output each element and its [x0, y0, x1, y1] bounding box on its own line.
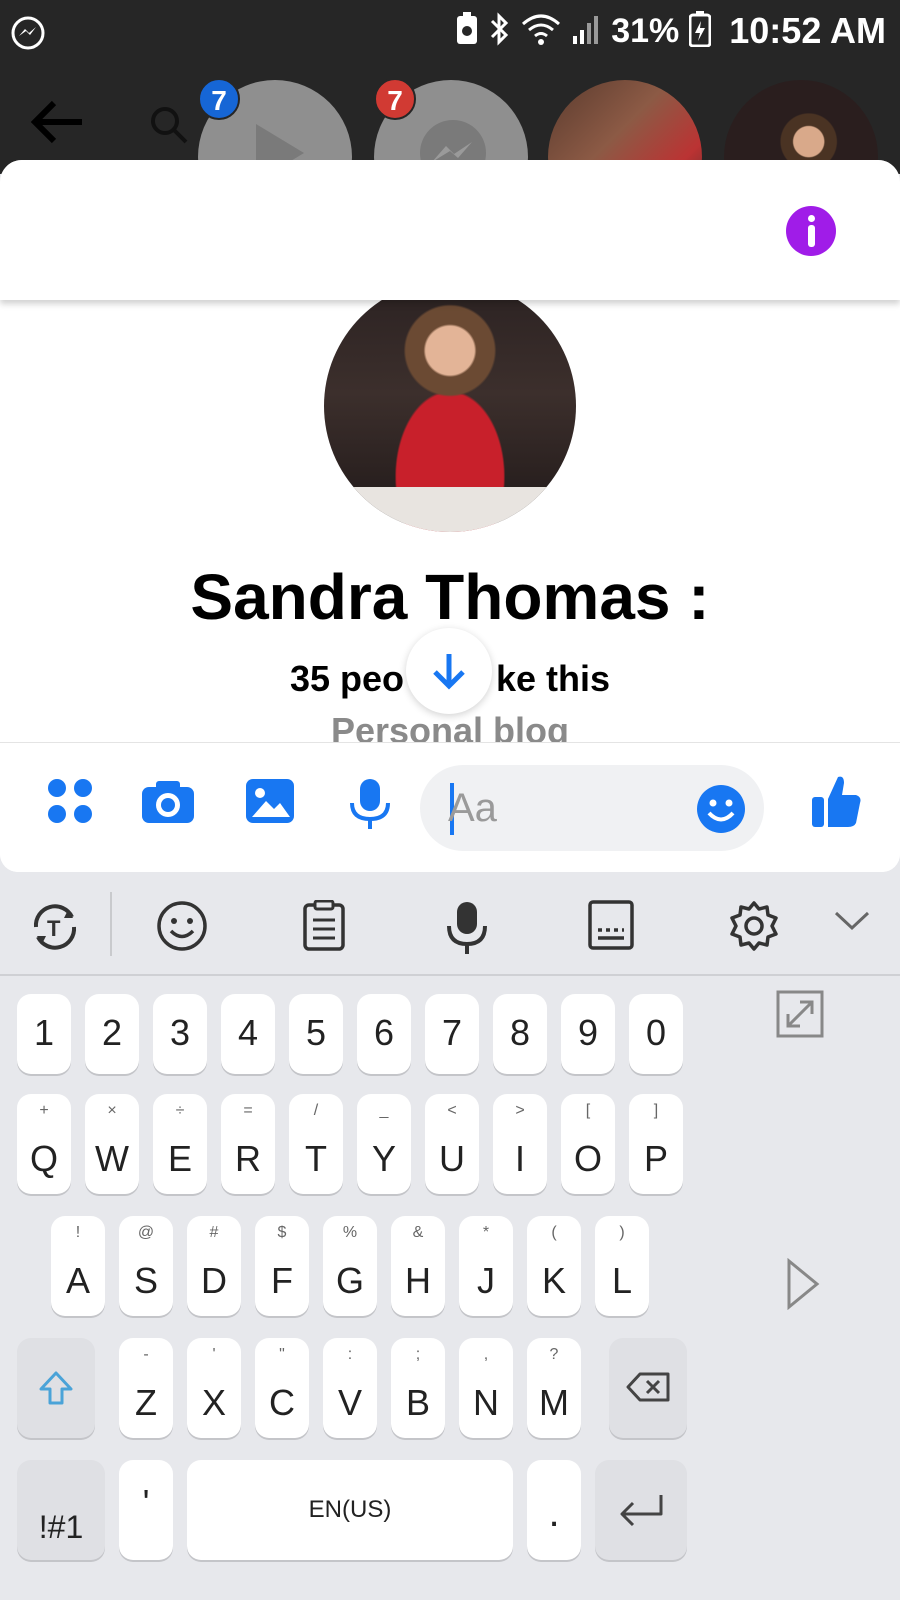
svg-text:T: T: [47, 916, 61, 941]
scroll-down-button[interactable]: [406, 628, 492, 714]
likes-text-start: 35 peo: [289, 658, 404, 699]
key-b[interactable]: ; B: [391, 1338, 445, 1438]
key-k[interactable]: (K: [527, 1216, 581, 1316]
bluetooth-icon: [489, 11, 511, 51]
unread-badge: 7: [198, 78, 240, 120]
emoji-icon[interactable]: [156, 900, 208, 957]
key-8[interactable]: 8: [493, 994, 547, 1074]
key-z[interactable]: -Z: [119, 1338, 173, 1438]
shift-icon: [38, 1370, 74, 1411]
profile-name: Sandra Thomas :: [190, 561, 710, 633]
key-t[interactable]: / T: [289, 1094, 343, 1194]
keyboard-layout-icon[interactable]: [588, 900, 634, 955]
key-9[interactable]: 9: [561, 994, 615, 1074]
clipboard-icon[interactable]: [302, 899, 346, 957]
enter-icon: [617, 1492, 665, 1533]
key-i[interactable]: > I: [493, 1094, 547, 1194]
key-j[interactable]: * J: [459, 1216, 513, 1316]
translate-icon[interactable]: T: [28, 900, 82, 959]
key-1[interactable]: 1: [17, 994, 71, 1074]
conversation-header: [0, 160, 900, 300]
message-input[interactable]: [448, 783, 678, 833]
info-icon[interactable]: [786, 206, 836, 256]
enter-key[interactable]: [595, 1460, 687, 1560]
signal-icon: [571, 12, 601, 51]
key-h[interactable]: & H: [391, 1216, 445, 1316]
message-composer: [0, 742, 900, 872]
resize-keyboard-icon[interactable]: [776, 990, 824, 1043]
key-d[interactable]: # D: [187, 1216, 241, 1316]
key-3[interactable]: 3: [153, 994, 207, 1074]
period-key[interactable]: .: [527, 1460, 581, 1560]
apostrophe-key[interactable]: ': [119, 1460, 173, 1560]
key-v[interactable]: :V: [323, 1338, 377, 1438]
key-5[interactable]: 5: [289, 994, 343, 1074]
key-q[interactable]: + Q: [17, 1094, 71, 1194]
thumbs-up-icon[interactable]: [810, 773, 862, 834]
key-e[interactable]: ÷ E: [153, 1094, 207, 1194]
cursor-right-icon[interactable]: [786, 1257, 820, 1315]
likes-text-end: ke this: [496, 658, 611, 699]
keyboard-toolbar: T: [0, 872, 900, 976]
backspace-key[interactable]: [609, 1338, 687, 1438]
camera-icon[interactable]: [140, 777, 196, 830]
key-s[interactable]: @ S: [119, 1216, 173, 1316]
key-6[interactable]: 6: [357, 994, 411, 1074]
key-0[interactable]: 0: [629, 994, 683, 1074]
key-o[interactable]: [O: [561, 1094, 615, 1194]
microphone-icon[interactable]: [348, 777, 392, 836]
key-n[interactable]: ,N: [459, 1338, 513, 1438]
key-g[interactable]: % G: [323, 1216, 377, 1316]
key-c[interactable]: " C: [255, 1338, 309, 1438]
status-bar: 31% 10:52 AM: [0, 0, 900, 64]
battery-icon: [688, 10, 712, 52]
message-input-box[interactable]: [420, 765, 764, 851]
key-w[interactable]: × W: [85, 1094, 139, 1194]
toolbar-divider: [110, 892, 112, 956]
key-2[interactable]: 2: [85, 994, 139, 1074]
gallery-icon[interactable]: [244, 777, 296, 830]
voice-input-icon[interactable]: [446, 900, 488, 961]
key-l[interactable]: ) L: [595, 1216, 649, 1316]
key-p[interactable]: ] P: [629, 1094, 683, 1194]
search-icon[interactable]: [148, 104, 190, 151]
key-x[interactable]: ' X: [187, 1338, 241, 1438]
space-key[interactable]: EN(US): [187, 1460, 513, 1560]
battery-saver-icon: [455, 11, 479, 51]
key-f[interactable]: $ F: [255, 1216, 309, 1316]
key-r[interactable]: = R: [221, 1094, 275, 1194]
backspace-icon: [626, 1372, 670, 1407]
key-4[interactable]: 4: [221, 994, 275, 1074]
unread-badge: 7: [374, 78, 416, 120]
key-y[interactable]: _ Y: [357, 1094, 411, 1194]
settings-icon[interactable]: [728, 900, 780, 957]
clock: 10:52 AM: [729, 10, 886, 51]
profile-avatar: [324, 280, 576, 532]
conversation-card: Sandra Thomas : 35 peo ke this Personal …: [0, 160, 900, 872]
back-arrow-icon[interactable]: [30, 99, 86, 150]
emoji-icon[interactable]: [696, 784, 746, 839]
key-m[interactable]: ? M: [527, 1338, 581, 1438]
battery-percent: 31%: [611, 11, 680, 50]
soft-keyboard: T 1 2 3 4 5 6 7 8 9 0 +Q ×W ÷E =R /: [0, 872, 900, 1600]
menu-grid-icon[interactable]: [46, 777, 94, 830]
messenger-icon: [10, 15, 46, 56]
collapse-icon[interactable]: [834, 910, 870, 937]
chat-heads-bar: 7 7: [0, 64, 900, 174]
key-7[interactable]: 7: [425, 994, 479, 1074]
symbols-key[interactable]: !#1: [17, 1460, 105, 1560]
key-u[interactable]: < U: [425, 1094, 479, 1194]
wifi-icon: [521, 12, 561, 51]
key-a[interactable]: ! A: [51, 1216, 105, 1316]
shift-key[interactable]: [17, 1338, 95, 1438]
